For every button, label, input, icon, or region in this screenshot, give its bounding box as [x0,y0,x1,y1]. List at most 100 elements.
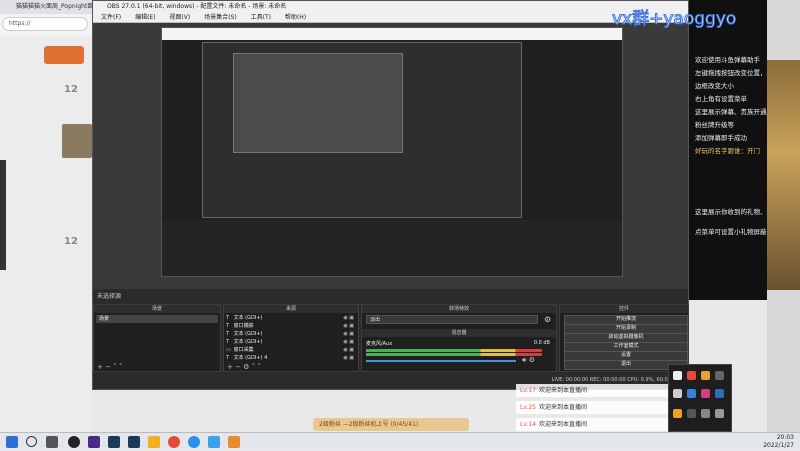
chat-message: Lv.25 欢迎来到本直播间 [516,401,670,414]
menu-tools[interactable]: 工具(T) [251,14,271,21]
menu-file[interactable]: 文件(F) [101,14,121,21]
app-taskbar-icon[interactable] [148,436,160,448]
text-source-icon: T [226,315,230,321]
scenes-dock: 场景 场景 + − ˄ ˅ [93,304,221,372]
tray-app-icon[interactable] [673,371,682,380]
user-level-badge: Lv.25 [520,404,536,411]
windows-taskbar: 20:03 2022/1/27 [0,432,800,450]
premiere-taskbar-icon[interactable] [88,436,100,448]
browser-tab[interactable]: 猫猫猫猫火面周_Popnight面网 [0,0,92,14]
obs-menu-bar: 文件(F) 编辑(E) 视图(V) 场景集合(S) 工具(T) 帮助(H) [93,12,688,23]
nested-obs-window [202,42,522,218]
mixer-db-value: 0.0 dB [533,340,550,346]
system-tray-popup [668,364,732,432]
mixer-dock: 转场特效 淡出 ⚙ 混音器 麦克风/Aux 0.0 dB 🔊︎ ⚙ [361,304,557,372]
overlay-line: 添加弹幕即手成功 [695,134,747,142]
search-icon[interactable] [26,436,37,447]
menu-help[interactable]: 帮助(H) [285,14,306,21]
controls-dock: 控件 开始推流 开始录制 启动虚拟摄像机 工作室模式 设置 退出 [559,304,689,372]
overlay-line: 右上角有设置菜单 [695,95,747,103]
source-item[interactable]: ▭ 窗口采集 ◉ ▣ [226,347,356,354]
mixer-channel-label: 麦克风/Aux [366,341,393,347]
source-item[interactable]: T 窗口捕获 ◉ ▣ [226,323,356,330]
obs-preview-canvas[interactable] [93,23,688,289]
nested-obs-docks [162,220,622,276]
tray-app-icon[interactable] [673,389,682,398]
stat-count: 12 [64,84,78,95]
source-item[interactable]: T 文本 (GDI+) ◉ ▣ [226,331,356,338]
menu-scene-collection[interactable]: 场景集合(S) [204,14,237,21]
overlay-line: 边框改变大小 [695,82,734,90]
tray-app-icon[interactable] [715,371,724,380]
app-taskbar-icon[interactable] [228,436,240,448]
tray-app-icon[interactable] [701,371,710,380]
tray-app-icon[interactable] [701,389,710,398]
recursive-preview [161,27,623,277]
edge-taskbar-icon[interactable] [188,436,200,448]
game-scene-image [767,60,800,290]
chat-message: Lv.17 欢迎来到本直播间 [516,384,670,397]
scenes-toolbar[interactable]: + − ˄ ˅ [94,363,220,371]
tray-app-icon[interactable] [715,409,724,418]
controls-dock-title: 控件 [560,305,688,313]
window-source-icon: ▭ [226,347,231,353]
transition-select[interactable]: 淡出 [366,315,538,324]
overlay-line-highlight: 好玩的名字跟谁：开门 [695,147,760,155]
tray-app-icon[interactable] [687,371,696,380]
source-item[interactable]: T 文本 (GDI+) ◉ ▣ [226,339,356,346]
steam-taskbar-icon[interactable] [108,436,120,448]
scene-item[interactable]: 场景 [96,315,218,323]
visibility-lock-icons[interactable]: ◉ ▣ [343,331,354,338]
transition-settings-gear-icon[interactable]: ⚙ [544,315,551,324]
visibility-lock-icons[interactable]: ◉ ▣ [343,339,354,346]
obs-taskbar-icon[interactable] [68,436,80,448]
text-source-icon: T [226,355,230,361]
no-source-selected-label: 未选择源 [93,291,688,303]
gift-info-line: 这里展示你收到的礼物、道具 [695,208,780,216]
source-item[interactable]: T 文本 (GDI+) ◉ ▣ [226,315,356,322]
audio-meter [366,349,542,352]
tray-app-icon[interactable] [687,409,696,418]
visibility-lock-icons[interactable]: ◉ ▣ [343,323,354,330]
stat-count-2: 12 [64,236,78,247]
tray-app-icon[interactable] [715,389,724,398]
obs-title-bar: OBS 27.0.1 (64-bit, windows) - 配置文件: 未命名… [93,1,688,12]
tray-app-icon[interactable] [687,389,696,398]
visibility-lock-icons[interactable]: ◉ ▣ [343,355,354,362]
sources-dock: 来源 T 文本 (GDI+) ◉ ▣ T 窗口捕获 ◉ ▣ T 文本 (GDI+) ◉… [223,304,359,372]
text-source-icon: T [226,323,230,329]
browser-address-bar[interactable]: https:// [2,17,88,31]
watermark-text: vx群+yaoggyo [611,9,737,30]
overlay-line: 这里展示弹幕、贵族开通/续费、 [695,108,789,116]
browser-content: 12 12 [0,36,92,432]
side-handle [0,160,6,270]
menu-edit[interactable]: 编辑(E) [135,14,155,21]
app-taskbar-icon[interactable] [168,436,180,448]
overlay-line: 欢迎使用斗鱼弹幕助手 [695,56,760,64]
task-view-icon[interactable] [46,436,58,448]
text-source-icon: T [226,331,230,337]
transitions-dock-title: 转场特效 [362,305,556,313]
danmaku-assistant-panel[interactable]: 欢迎使用斗鱼弹幕助手 左键拖拽按钮改变位置，左键拉伸 边框改变大小 右上角有设置… [689,0,793,300]
start-icon[interactable] [6,436,18,448]
nested-obs-preview [233,53,403,153]
source-item[interactable]: T 文本 (GDI+) 4 ◉ ▣ [226,355,356,362]
visibility-lock-icons[interactable]: ◉ ▣ [343,315,354,322]
steam-taskbar-icon-2[interactable] [128,436,140,448]
speaker-icon[interactable]: 🔊︎ ⚙ [522,356,535,365]
sources-toolbar[interactable]: + − ⚙ ˄ ˅ [224,363,358,371]
tray-app-icon[interactable] [673,409,682,418]
site-logo [44,46,84,64]
visibility-lock-icons[interactable]: ◉ ▣ [343,347,354,354]
fan-badge-banner: 2级粉丝 —2级粉丝机上号 (0/45/41) [313,418,469,431]
thumbnail-image[interactable] [62,124,92,158]
tray-app-icon[interactable] [701,409,710,418]
volume-slider[interactable] [366,360,516,362]
scenes-dock-title: 场景 [94,305,220,313]
user-level-badge: Lv.17 [520,387,536,394]
obs-window: OBS 27.0.1 (64-bit, windows) - 配置文件: 未命名… [92,0,689,390]
background-browser-window: 猫猫猫猫火面周_Popnight面网 https:// 12 12 [0,0,92,432]
app-taskbar-icon[interactable] [208,436,220,448]
menu-view[interactable]: 视图(V) [169,14,190,21]
taskbar-clock[interactable]: 20:03 2022/1/27 [754,433,794,451]
